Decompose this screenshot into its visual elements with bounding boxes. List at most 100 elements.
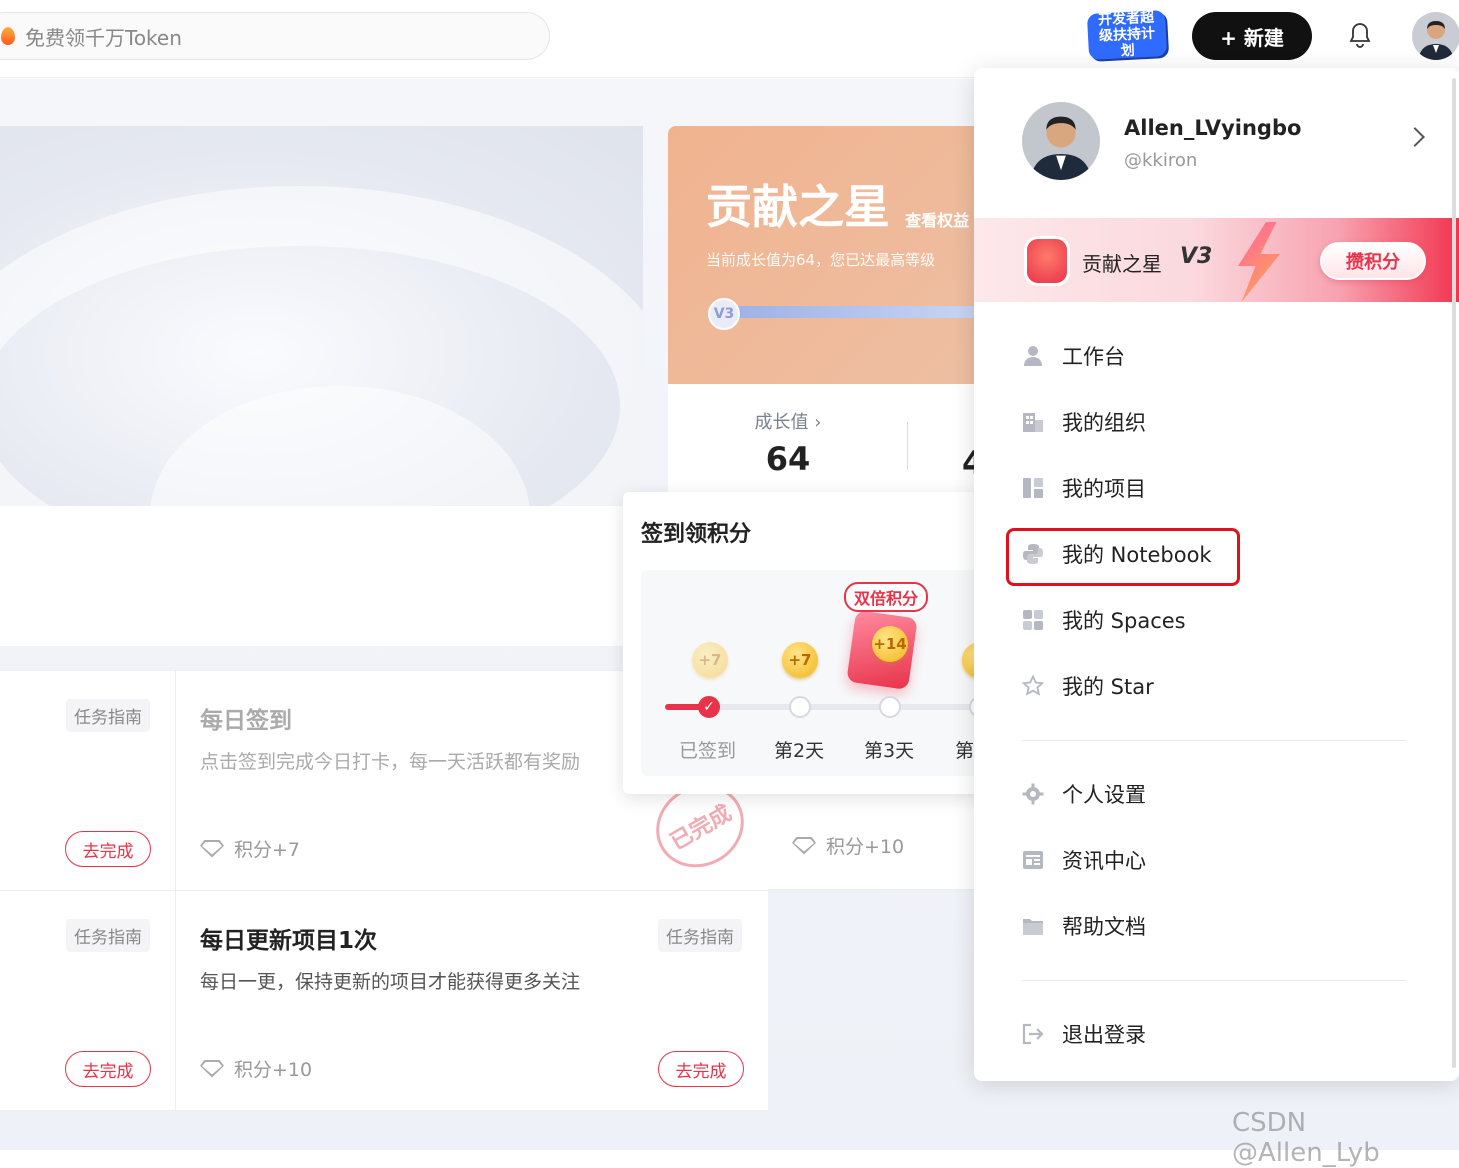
diamond-icon: [200, 1059, 224, 1078]
checkin-popup: 签到领积分 +7 +7 +14 双倍积分 + ✓ 已签到 第2天 第3天 第: [623, 492, 983, 794]
menu-item-stars[interactable]: 我的 Star: [1022, 668, 1154, 704]
coin-icon: +7: [782, 642, 818, 678]
menu-item-label: 资讯中心: [1062, 849, 1146, 873]
task-points-label: 积分+10: [826, 836, 905, 858]
profile-avatar[interactable]: [1022, 102, 1100, 180]
day-label: 第2天: [774, 740, 825, 762]
scrollbar[interactable]: [1452, 78, 1456, 1068]
banner-caption-area: [0, 506, 643, 646]
growth-stat[interactable]: 成长值 › 64: [744, 408, 832, 478]
task-guide-tag[interactable]: 任务指南: [66, 919, 150, 952]
search-input[interactable]: 免费领千万Token: [0, 12, 550, 60]
day-label: 第: [955, 740, 975, 762]
menu-item-label: 工作台: [1062, 345, 1125, 369]
menu-item-label: 我的项目: [1062, 477, 1146, 501]
go-complete-button[interactable]: 去完成: [65, 1051, 151, 1087]
menu-item-spaces[interactable]: 我的 Spaces: [1022, 602, 1186, 638]
go-complete-button[interactable]: 去完成: [65, 831, 151, 867]
task-points: 积分+10: [200, 1055, 312, 1082]
menu-item-label: 个人设置: [1062, 783, 1146, 807]
banner-image: [0, 126, 643, 506]
menu-item-label: 我的 Spaces: [1062, 609, 1186, 633]
task-title: 每日更新项目1次: [200, 928, 378, 954]
coin-icon: +7: [692, 642, 728, 678]
day-dot: [789, 696, 811, 718]
menu-item-news[interactable]: 资讯中心: [1022, 842, 1146, 878]
user-icon: [1024, 346, 1042, 366]
chevron-right-icon[interactable]: [1405, 127, 1425, 147]
watermark: CSDN @Allen_Lyb: [1232, 1108, 1380, 1168]
menu-divider: [1022, 740, 1406, 741]
day-dot: [879, 696, 901, 718]
top-bar: 免费领千万Token 开发者超级扶持计划 + 新建: [0, 0, 1459, 78]
news-icon: [1023, 851, 1043, 869]
task-desc: 点击签到完成今日打卡，每一天活跃都有奖励: [200, 751, 581, 773]
go-complete-button[interactable]: 去完成: [658, 1051, 744, 1087]
gear-icon: [1022, 783, 1044, 805]
task-guide-cell: 任务指南 去完成: [0, 891, 176, 1111]
checkin-title: 签到领积分: [641, 522, 752, 547]
search-placeholder: 免费领千万Token: [25, 25, 182, 50]
checkin-calendar: +7 +7 +14 双倍积分 + ✓ 已签到 第2天 第3天 第: [641, 570, 983, 776]
menu-item-label: 帮助文档: [1062, 915, 1146, 939]
new-button-label: + 新建: [1220, 25, 1284, 50]
building-icon: [1023, 413, 1043, 432]
menu-item-logout[interactable]: 退出登录: [1022, 1016, 1146, 1052]
bell-icon[interactable]: [1348, 22, 1372, 48]
task-points-cell: 积分+10: [768, 786, 978, 890]
menu-item-label: 我的组织: [1062, 411, 1146, 435]
level-progress: V3: [708, 298, 988, 330]
task-desc: 每日一更，保持更新的项目才能获得更多关注: [200, 971, 581, 993]
level-card: 贡献之星 查看权益 当前成长值为64，您已达最高等级 V3 成长值 › 64 4: [668, 126, 988, 496]
menu-item-projects[interactable]: 我的项目: [1022, 470, 1146, 506]
folder-icon: [1023, 919, 1043, 935]
user-avatar[interactable]: [1412, 12, 1459, 60]
task-daily-update: 每日更新项目1次 每日一更，保持更新的项目才能获得更多关注 积分+10 任务指南…: [176, 891, 768, 1111]
spaces-icon: [1023, 610, 1043, 630]
task-points-label: 积分+10: [234, 1059, 313, 1081]
menu-item-workbench[interactable]: 工作台: [1022, 338, 1125, 374]
menu-item-help-docs[interactable]: 帮助文档: [1022, 908, 1146, 944]
coin-icon: +14: [872, 626, 908, 662]
menu-divider: [1022, 980, 1406, 981]
level-badge: V3: [1180, 244, 1213, 269]
menu-item-label: 我的 Star: [1062, 675, 1154, 699]
menu-item-organizations[interactable]: 我的组织: [1022, 404, 1146, 440]
check-icon: ✓: [698, 696, 720, 718]
task-guide-tag[interactable]: 任务指南: [66, 699, 150, 732]
level-strip: 贡献之星 V3 攒积分: [974, 218, 1459, 302]
view-benefits-link[interactable]: 查看权益: [905, 211, 969, 230]
logout-icon: [1022, 1023, 1044, 1045]
new-button[interactable]: + 新建: [1192, 12, 1312, 60]
task-points: 积分+10: [792, 832, 904, 859]
star-icon: [1022, 675, 1044, 696]
mascot-icon: [1024, 236, 1070, 286]
profile-handle: @kkiron: [1124, 150, 1198, 171]
growth-label: 成长值: [754, 412, 809, 433]
task-points-label: 积分+7: [234, 839, 301, 861]
lightning-icon: [1238, 222, 1280, 302]
growth-value: 64: [765, 440, 811, 478]
task-guide-tag[interactable]: 任务指南: [658, 919, 742, 952]
project-icon: [1023, 478, 1043, 498]
diamond-icon: [792, 836, 816, 855]
earn-points-button[interactable]: 攒积分: [1320, 242, 1426, 280]
highlight-annotation: [1006, 528, 1240, 586]
task-title: 每日签到: [200, 708, 292, 734]
chevron-right-icon: ›: [814, 412, 822, 433]
developer-program-label: 开发者超级扶持计划: [1097, 9, 1156, 60]
task-guide-cell: 任务指南 去完成: [0, 671, 176, 891]
developer-program-badge[interactable]: 开发者超级扶持计划: [1086, 9, 1168, 61]
day-label: 第3天: [864, 740, 915, 762]
profile-name[interactable]: Allen_LVyingbo: [1124, 116, 1301, 140]
level-label: 贡献之星: [1082, 252, 1162, 276]
level-badge: V3: [708, 298, 740, 330]
flame-icon: [1, 27, 15, 45]
day-label: 已签到: [679, 740, 737, 762]
menu-item-settings[interactable]: 个人设置: [1022, 776, 1146, 812]
level-title: 贡献之星: [706, 180, 890, 234]
diamond-icon: [200, 839, 224, 858]
level-subtitle: 当前成长值为64，您已达最高等级: [706, 251, 936, 269]
task-points: 积分+7: [200, 835, 300, 862]
double-points-badge: 双倍积分: [844, 582, 929, 612]
